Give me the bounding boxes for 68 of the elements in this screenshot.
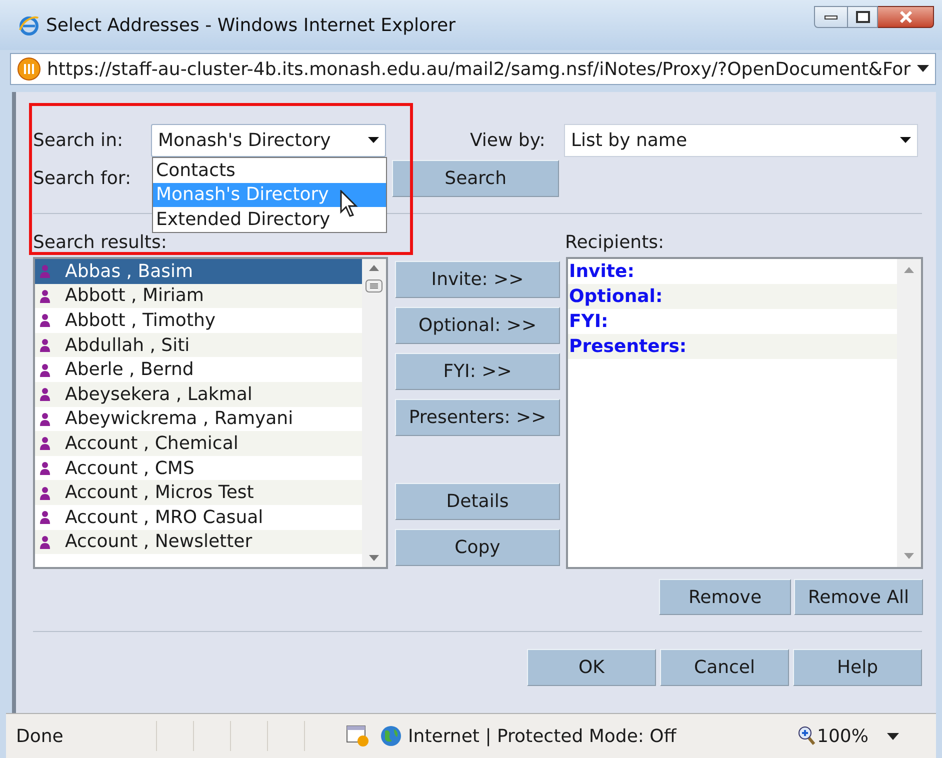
window-title: Select Addresses - Windows Internet Explorer <box>46 14 456 38</box>
person-icon <box>39 338 51 352</box>
dropdown-caret-icon <box>368 137 379 144</box>
remove-button[interactable]: Remove <box>659 579 791 615</box>
dropdown-caret-icon <box>900 137 911 144</box>
mouse-pointer-icon <box>340 190 360 218</box>
person-icon <box>39 486 51 500</box>
result-row[interactable]: Abbott , Miriam <box>35 284 362 308</box>
scroll-down-icon[interactable] <box>369 555 379 561</box>
add-button[interactable]: Optional: >> <box>395 307 560 344</box>
add-button[interactable]: FYI: >> <box>395 353 560 390</box>
recipient-group[interactable]: Presenters: <box>568 334 897 359</box>
cancel-button[interactable]: Cancel <box>660 649 789 686</box>
popup-warning-icon[interactable] <box>346 725 370 747</box>
result-row[interactable]: Abdullah , Siti <box>35 332 362 358</box>
scroll-grip-icon[interactable] <box>365 279 383 293</box>
address-bar[interactable]: https://staff-au-cluster-4b.its.monash.edu.au/mail2/samg.nsf/iNotes/Proxy/?OpenDocument&For <box>10 53 936 85</box>
site-icon <box>17 57 41 81</box>
details-button[interactable]: Details <box>395 483 560 520</box>
field-label: Search for: <box>33 167 132 191</box>
list-label: Recipients: <box>565 231 664 255</box>
ok-button[interactable]: OK <box>527 649 656 686</box>
minimize-icon <box>824 14 838 20</box>
result-row[interactable]: Account , Micros Test <box>35 480 362 505</box>
person-icon <box>39 510 51 524</box>
field-label: View by: <box>470 129 546 153</box>
person-icon <box>39 387 51 402</box>
close-button[interactable] <box>878 6 934 28</box>
list-label: Search results: <box>33 231 168 255</box>
close-icon <box>898 11 912 23</box>
add-button[interactable]: Presenters: >> <box>395 399 560 436</box>
result-row[interactable]: Account , Chemical <box>35 431 362 456</box>
person-icon <box>39 362 51 377</box>
result-row[interactable]: Abbas , Basim <box>35 259 362 284</box>
dropdown-caret-icon[interactable] <box>887 732 899 740</box>
field-label: Search in: <box>33 129 124 153</box>
recipients-list[interactable]: Invite: Optional: FYI: Presenters: <box>566 257 923 569</box>
person-icon <box>39 264 51 278</box>
result-row[interactable]: Abeysekera , Lakmal <box>35 382 362 407</box>
person-icon <box>39 288 51 303</box>
security-zone-text: Internet | Protected Mode: Off <box>408 724 678 748</box>
status-text: Done <box>15 724 64 748</box>
minimize-button[interactable] <box>814 6 848 28</box>
scroll-up-icon[interactable] <box>369 265 379 271</box>
person-icon <box>39 313 51 328</box>
zoom-level[interactable]: 100% <box>817 722 887 750</box>
help-button[interactable]: Help <box>793 649 922 686</box>
result-row[interactable]: Account , Newsletter <box>35 530 362 554</box>
maximize-icon <box>856 11 870 23</box>
browser-icon <box>18 14 40 36</box>
view-by-select[interactable]: List by name <box>564 124 918 157</box>
person-icon <box>39 412 51 426</box>
person-icon <box>39 534 51 549</box>
copy-button[interactable]: Copy <box>395 529 560 566</box>
add-button[interactable]: Invite: >> <box>395 261 560 298</box>
zoom-icon[interactable] <box>798 726 816 746</box>
globe-icon <box>380 725 402 747</box>
search-button[interactable]: Search <box>392 160 560 197</box>
dropdown-caret-icon[interactable] <box>916 65 929 73</box>
scrollbar[interactable] <box>362 259 386 567</box>
search-results-list[interactable] <box>33 257 388 569</box>
person-icon <box>39 461 51 476</box>
remove-all-button[interactable]: Remove All <box>794 579 923 615</box>
dropdown-list[interactable]: Contacts Monash's Directory Extended Directory <box>152 157 387 232</box>
maximize-button[interactable] <box>848 6 878 28</box>
recipient-group[interactable]: Optional: <box>568 284 897 309</box>
search-in-select[interactable]: Monash's Directory <box>151 124 386 157</box>
person-icon <box>39 436 51 450</box>
